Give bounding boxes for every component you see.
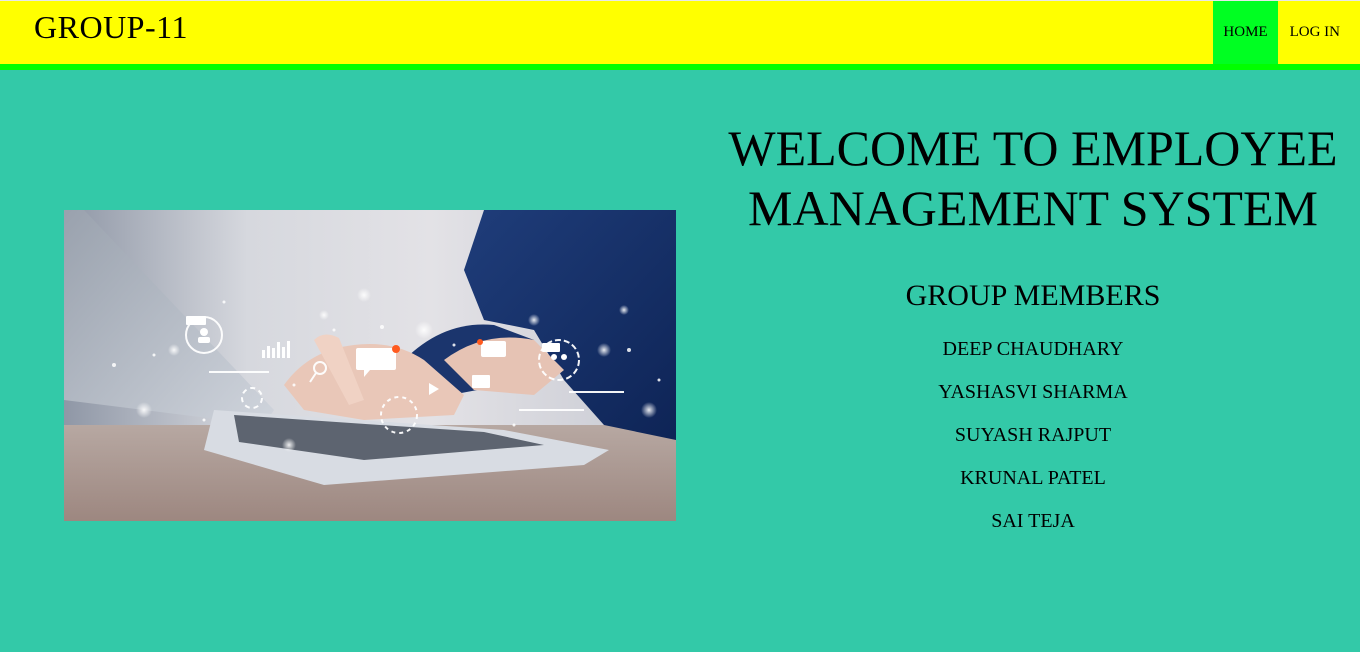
top-navbar: GROUP-11 HOME LOG IN [0, 0, 1360, 64]
member-item: KRUNAL PATEL [960, 467, 1106, 489]
nav-login-link[interactable]: LOG IN [1278, 1, 1360, 64]
group-members-heading: GROUP MEMBERS [905, 279, 1161, 312]
member-list: DEEP CHAUDHARY YASHASVI SHARMA SUYASH RA… [706, 328, 1360, 543]
welcome-title: WELCOME TO EMPLOYEE MANAGEMENT SYSTEM [728, 120, 1338, 236]
nav-links: HOME LOG IN [1213, 1, 1360, 65]
member-item: SAI TEJA [991, 510, 1075, 532]
brand-title: GROUP-11 [34, 9, 188, 45]
member-item: SUYASH RAJPUT [954, 424, 1112, 446]
laptop-typing-illustration [64, 210, 676, 521]
navbar-underline [0, 64, 1360, 70]
welcome-section: WELCOME TO EMPLOYEE MANAGEMENT SYSTEM GR… [706, 118, 1360, 543]
member-item: DEEP CHAUDHARY [942, 338, 1124, 360]
nav-home-link[interactable]: HOME [1213, 1, 1278, 64]
hero-image [64, 210, 676, 521]
member-item: YASHASVI SHARMA [938, 381, 1128, 403]
